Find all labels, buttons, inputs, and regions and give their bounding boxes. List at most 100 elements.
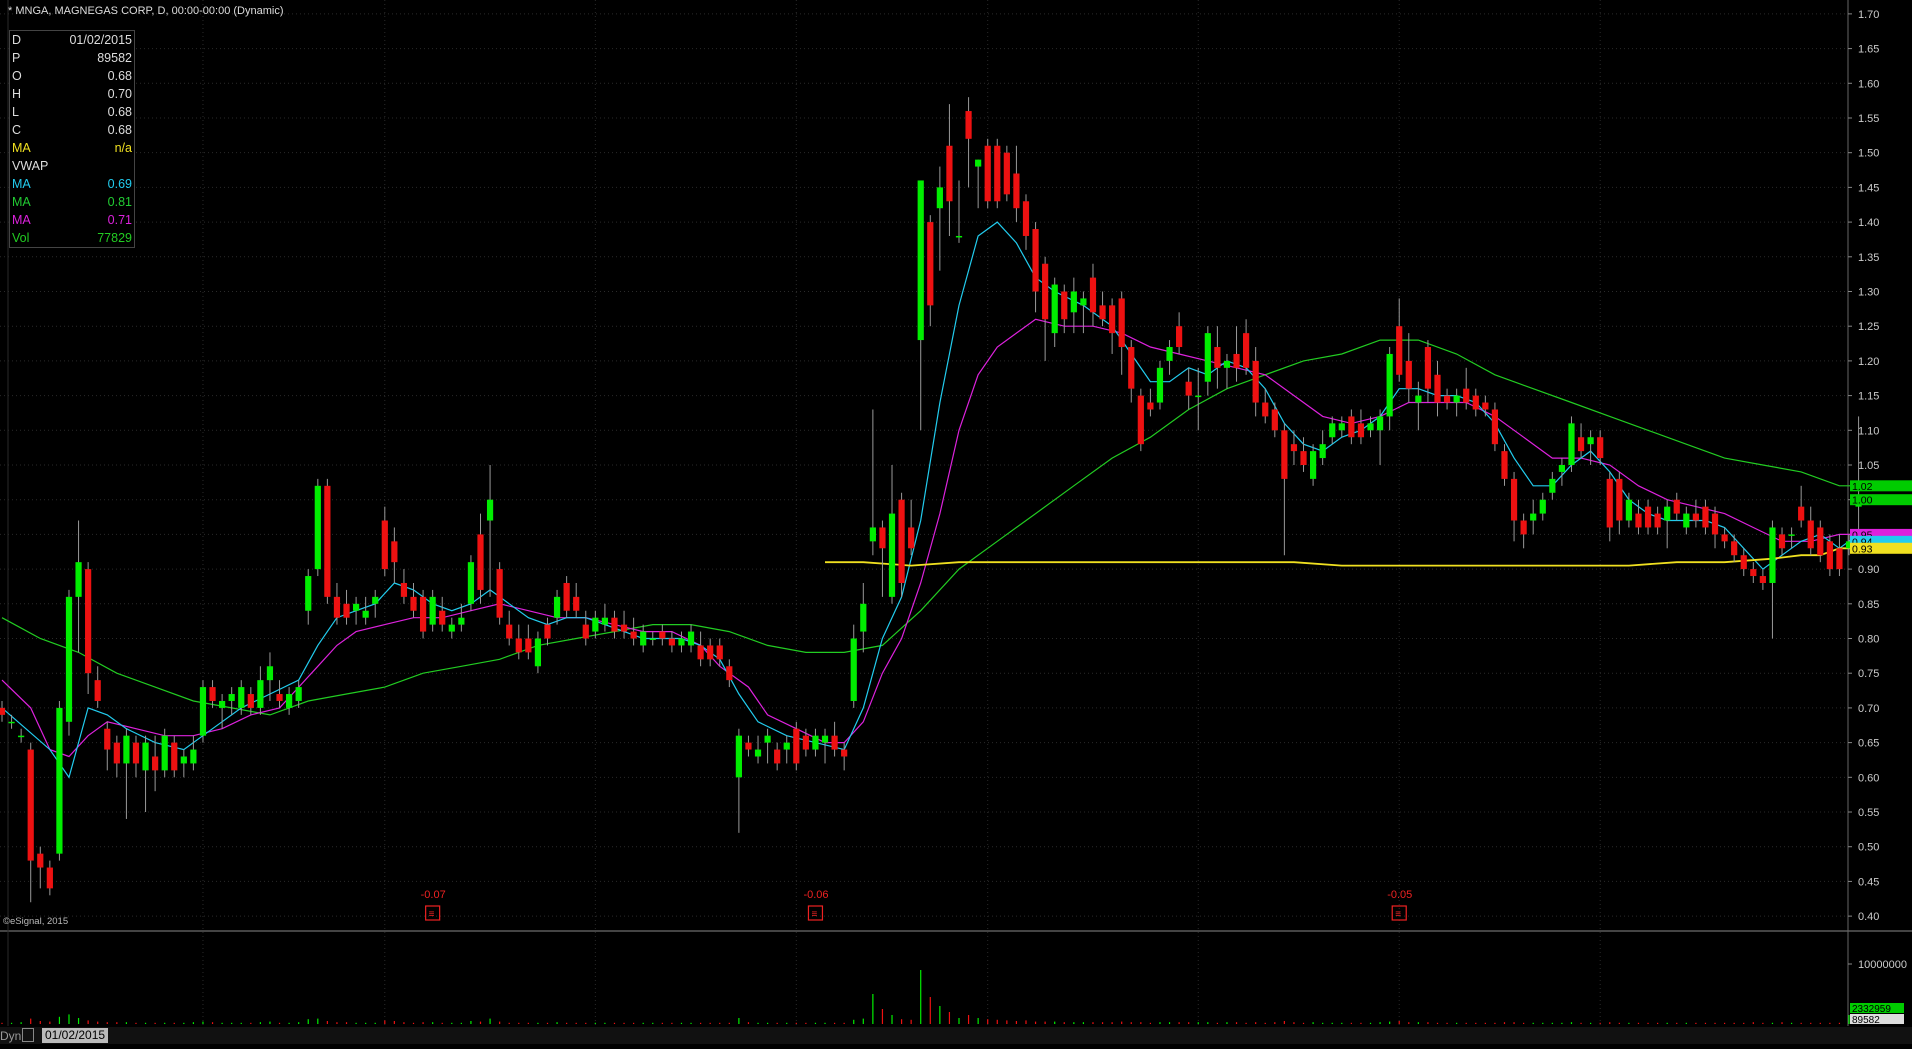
candle-up[interactable] — [199, 687, 207, 736]
candle-down[interactable] — [802, 735, 809, 750]
candle-up[interactable] — [75, 562, 82, 597]
candle-down[interactable] — [927, 222, 934, 306]
candle-down[interactable] — [1128, 347, 1135, 389]
candle-up[interactable] — [1204, 333, 1211, 382]
candle-down[interactable] — [1654, 513, 1661, 528]
candle-down[interactable] — [515, 638, 522, 653]
candle-up[interactable] — [1415, 395, 1422, 403]
candle-down[interactable] — [1281, 430, 1288, 479]
candle-up[interactable] — [534, 638, 542, 667]
candle-up[interactable] — [372, 596, 379, 604]
candle-up[interactable] — [1166, 347, 1173, 361]
candle-up[interactable] — [1558, 465, 1566, 472]
candle-up[interactable] — [1319, 444, 1326, 459]
candle-down[interactable] — [439, 610, 446, 625]
candle-down[interactable] — [152, 756, 159, 771]
candle-down[interactable] — [1692, 513, 1699, 521]
candle-down[interactable] — [1616, 478, 1623, 521]
candle-down[interactable] — [324, 485, 331, 597]
candle-down[interactable] — [898, 499, 905, 583]
candle-down[interactable] — [582, 624, 589, 639]
candle-down[interactable] — [1597, 437, 1604, 459]
candle-up[interactable] — [448, 624, 455, 632]
candle-down[interactable] — [1778, 534, 1786, 549]
candle-down[interactable] — [1099, 305, 1106, 320]
candle-down[interactable] — [1577, 437, 1585, 452]
candle-down[interactable] — [1118, 298, 1125, 348]
candle-down[interactable] — [1089, 277, 1097, 313]
candle-up[interactable] — [123, 735, 130, 764]
candle-down[interactable] — [1252, 360, 1259, 403]
candle-up[interactable] — [955, 235, 963, 238]
candle-up[interactable] — [640, 631, 647, 646]
candle-down[interactable] — [1482, 402, 1489, 410]
candle-up[interactable] — [601, 617, 609, 625]
candle-up[interactable] — [266, 666, 274, 681]
candle-up[interactable] — [1309, 451, 1317, 479]
candle-up[interactable] — [467, 562, 475, 604]
candle-down[interactable] — [0, 707, 6, 715]
candle-down[interactable] — [879, 527, 886, 549]
candle-down[interactable] — [1434, 374, 1441, 403]
candle-down[interactable] — [247, 694, 254, 708]
candle-down[interactable] — [1750, 569, 1757, 577]
candle-down[interactable] — [1759, 576, 1766, 583]
candle-up[interactable] — [678, 638, 685, 646]
candle-down[interactable] — [419, 596, 427, 632]
candle-up[interactable] — [812, 735, 819, 750]
candle-down[interactable] — [333, 596, 341, 618]
candle-down[interactable] — [113, 742, 120, 764]
candle-down[interactable] — [994, 145, 1001, 202]
candle-down[interactable] — [573, 596, 580, 611]
candle-up[interactable] — [458, 617, 465, 625]
candle-down[interactable] — [104, 728, 111, 750]
candle-down[interactable] — [1013, 173, 1020, 209]
candle-up[interactable] — [305, 576, 312, 611]
candle-up[interactable] — [429, 596, 436, 625]
candle-up[interactable] — [869, 527, 876, 542]
candle-up[interactable] — [735, 735, 742, 778]
candle-down[interactable] — [1109, 305, 1116, 334]
candle-up[interactable] — [592, 617, 599, 632]
candle-down[interactable] — [506, 624, 513, 639]
candle-down[interactable] — [831, 735, 838, 750]
candle-down[interactable] — [496, 569, 503, 618]
candle-up[interactable] — [764, 735, 771, 743]
candle-down[interactable] — [1424, 347, 1432, 389]
candle-down[interactable] — [544, 624, 551, 639]
candle-down[interactable] — [984, 145, 991, 202]
candle-up[interactable] — [1530, 513, 1537, 521]
candle-down[interactable] — [1061, 291, 1068, 320]
candle-down[interactable] — [1262, 402, 1269, 417]
price-chart[interactable]: 0.40 0.45 0.50 0.55 0.60 0.65 0.70 0.75 0.80 0.85… — [0, 0, 1912, 1044]
candle-down[interactable] — [477, 534, 484, 590]
candle-up[interactable] — [1223, 360, 1231, 368]
candle-up[interactable] — [8, 721, 15, 724]
candle-up[interactable] — [219, 700, 226, 708]
candle-up[interactable] — [190, 749, 197, 764]
candle-down[interactable] — [1721, 534, 1728, 542]
candle-up[interactable] — [56, 707, 63, 854]
candle-down[interactable] — [1290, 444, 1298, 452]
candle-up[interactable] — [1788, 534, 1795, 536]
candle-down[interactable] — [620, 624, 628, 632]
candle-up[interactable] — [1625, 499, 1632, 521]
candle-down[interactable] — [1137, 395, 1144, 445]
candle-down[interactable] — [707, 645, 714, 660]
candle-up[interactable] — [1051, 284, 1058, 334]
candle-down[interactable] — [132, 742, 140, 764]
candle-down[interactable] — [1271, 409, 1278, 431]
candle-down[interactable] — [37, 853, 44, 868]
candle-down[interactable] — [1396, 326, 1403, 375]
candle-up[interactable] — [754, 749, 762, 757]
candle-down[interactable] — [1032, 229, 1039, 292]
candle-down[interactable] — [1817, 527, 1824, 556]
candle-down[interactable] — [611, 617, 618, 632]
candle-up[interactable] — [1664, 506, 1671, 521]
candle-down[interactable] — [343, 603, 350, 618]
candle-down[interactable] — [1003, 152, 1010, 195]
candle-down[interactable] — [1348, 416, 1355, 438]
candle-down[interactable] — [1176, 326, 1183, 348]
candle-up[interactable] — [687, 631, 695, 646]
candle-up[interactable] — [238, 687, 245, 708]
